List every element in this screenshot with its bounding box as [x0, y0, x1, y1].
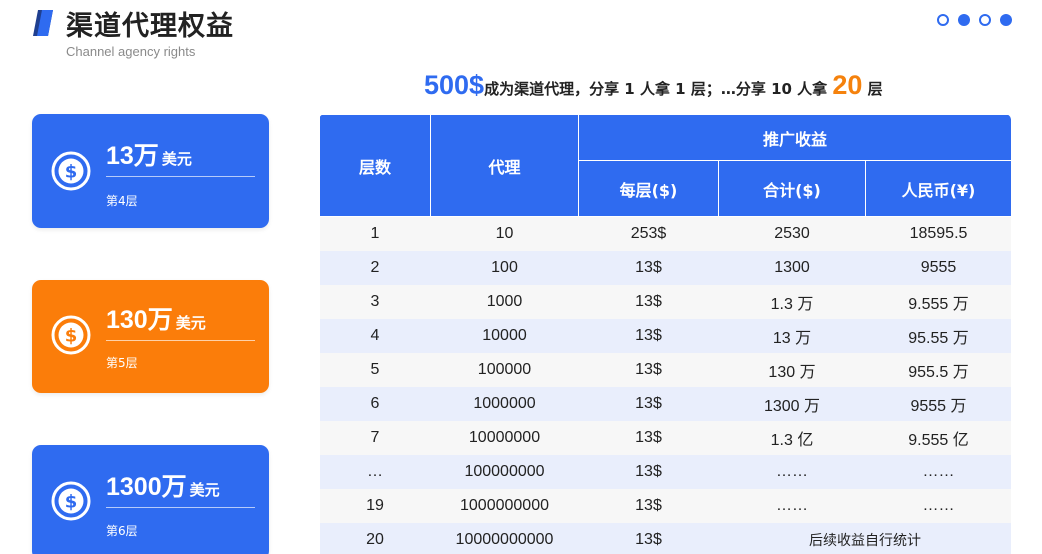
- cell-rmb: 9555: [865, 250, 1011, 285]
- cell-total: 1.3 万: [718, 284, 866, 319]
- table-row: 1 10 253$ 2530 18595.5: [319, 216, 1011, 251]
- cell-note: 后续收益自行统计: [718, 522, 1011, 554]
- cell-layer: 6: [319, 386, 431, 421]
- cell-total: 1.3 亿: [718, 420, 866, 455]
- cell-per-layer: 13$: [578, 420, 719, 455]
- cell-rmb: 9555 万: [865, 386, 1011, 421]
- cell-agents: 100: [430, 250, 579, 285]
- svg-text:$: $: [65, 492, 78, 513]
- income-card: $ 1300万 美元 第6层: [32, 445, 269, 554]
- cell-total: 130 万: [718, 352, 866, 387]
- cell-per-layer: 13$: [578, 250, 719, 285]
- cell-rmb: 955.5 万: [865, 352, 1011, 387]
- card-amount: 130万 美元: [106, 306, 206, 334]
- cell-total: 13 万: [718, 318, 866, 353]
- page-title: 渠道代理权益: [66, 11, 234, 42]
- cell-rmb: ……: [865, 454, 1011, 489]
- cell-agents: 100000: [430, 352, 579, 387]
- svg-text:$: $: [65, 326, 78, 347]
- table-row: 5 100000 13$ 130 万 955.5 万: [319, 352, 1011, 387]
- card-amount: 13万 美元: [106, 142, 192, 170]
- pager-dot[interactable]: [937, 14, 949, 26]
- pager-dot[interactable]: [979, 14, 991, 26]
- cell-per-layer: 13$: [578, 488, 719, 523]
- headline-price: 500$: [424, 70, 485, 100]
- cell-agents: 1000: [430, 284, 579, 319]
- cell-per-layer: 13$: [578, 352, 719, 387]
- card-level: 第4层: [106, 194, 138, 208]
- cell-per-layer: 13$: [578, 454, 719, 489]
- header-agents: 代理: [430, 114, 579, 217]
- page-subtitle: Channel agency rights: [66, 44, 196, 59]
- cell-per-layer: 13$: [578, 318, 719, 353]
- cell-layer: 3: [319, 284, 431, 319]
- cell-layer: 19: [319, 488, 431, 523]
- cell-layer: 7: [319, 420, 431, 455]
- pager-dot[interactable]: [958, 14, 970, 26]
- card-amount: 1300万 美元: [106, 473, 220, 501]
- header-income-group: 推广收益: [578, 114, 1011, 161]
- dollar-coin-icon: $: [51, 481, 91, 521]
- dollar-coin-icon: $: [51, 151, 91, 191]
- svg-text:$: $: [65, 162, 78, 183]
- cell-total: 1300: [718, 250, 866, 285]
- cell-total: ……: [718, 454, 866, 489]
- logo-icon: [33, 10, 53, 36]
- table-row: 4 10000 13$ 13 万 95.55 万: [319, 318, 1011, 353]
- table-row: 19 1000000000 13$ …… ……: [319, 488, 1011, 523]
- card-level: 第6层: [106, 524, 138, 538]
- income-table: 层数 代理 推广收益 每层($) 合计($) 人民币(¥) 1 10 253$ …: [319, 114, 1011, 554]
- income-card: $ 130万 美元 第5层: [32, 280, 269, 393]
- cell-agents: 10000000: [430, 420, 579, 455]
- table-row: 6 1000000 13$ 1300 万 9555 万: [319, 386, 1011, 421]
- cell-per-layer: 13$: [578, 522, 719, 554]
- cell-rmb: 9.555 万: [865, 284, 1011, 319]
- dollar-coin-icon: $: [51, 315, 91, 355]
- cell-layer: 1: [319, 216, 431, 251]
- headline-highlight: 20: [832, 70, 863, 100]
- cell-layer: 5: [319, 352, 431, 387]
- pager-dots: [937, 14, 1012, 26]
- cell-agents: 10000000000: [430, 522, 579, 554]
- cell-total: 2530: [718, 216, 866, 251]
- card-divider: [106, 176, 255, 177]
- cell-layer: …: [319, 454, 431, 489]
- header-per-layer: 每层($): [578, 160, 719, 217]
- cell-total: ……: [718, 488, 866, 523]
- cell-layer: 2: [319, 250, 431, 285]
- cell-per-layer: 13$: [578, 284, 719, 319]
- cell-layer: 4: [319, 318, 431, 353]
- card-divider: [106, 340, 255, 341]
- table-row: … 100000000 13$ …… ……: [319, 454, 1011, 489]
- table-row: 3 1000 13$ 1.3 万 9.555 万: [319, 284, 1011, 319]
- cell-agents: 10000: [430, 318, 579, 353]
- card-divider: [106, 507, 255, 508]
- header-layers: 层数: [319, 114, 431, 217]
- table-row: 20 10000000000 13$ 后续收益自行统计: [319, 522, 1011, 554]
- cell-per-layer: 253$: [578, 216, 719, 251]
- header-rmb: 人民币(¥): [865, 160, 1011, 217]
- cell-rmb: 9.555 亿: [865, 420, 1011, 455]
- cell-total: 1300 万: [718, 386, 866, 421]
- cell-per-layer: 13$: [578, 386, 719, 421]
- headline-text: 成为渠道代理，分享 1 人拿 1 层；…分享 10 人拿: [484, 80, 833, 98]
- cell-rmb: 18595.5: [865, 216, 1011, 251]
- header-total: 合计($): [718, 160, 866, 217]
- cell-rmb: 95.55 万: [865, 318, 1011, 353]
- headline-text-end: 层: [862, 80, 883, 98]
- cell-rmb: ……: [865, 488, 1011, 523]
- pager-dot[interactable]: [1000, 14, 1012, 26]
- cell-agents: 100000000: [430, 454, 579, 489]
- cell-agents: 1000000000: [430, 488, 579, 523]
- table-row: 2 100 13$ 1300 9555: [319, 250, 1011, 285]
- card-level: 第5层: [106, 356, 138, 370]
- headline: 500$成为渠道代理，分享 1 人拿 1 层；…分享 10 人拿 20 层: [424, 70, 883, 101]
- table-row: 7 10000000 13$ 1.3 亿 9.555 亿: [319, 420, 1011, 455]
- income-card: $ 13万 美元 第4层: [32, 114, 269, 228]
- cell-agents: 1000000: [430, 386, 579, 421]
- cell-layer: 20: [319, 522, 431, 554]
- cell-agents: 10: [430, 216, 579, 251]
